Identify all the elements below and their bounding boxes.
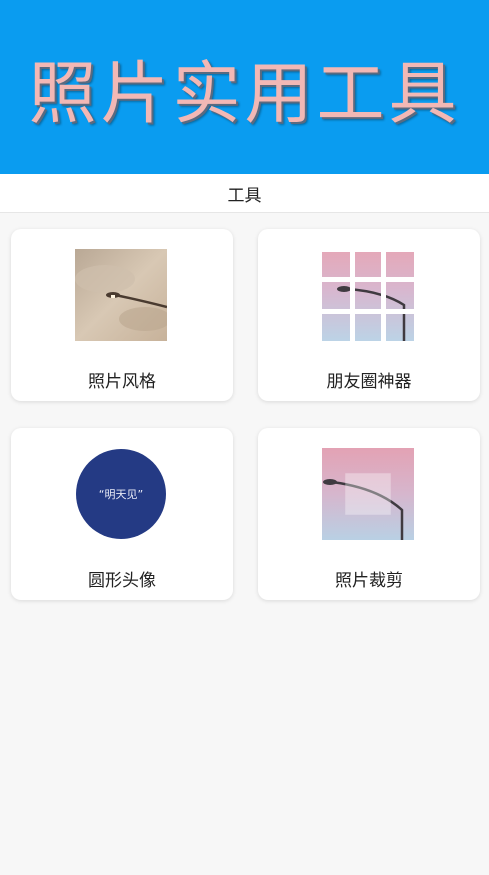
tool-card-photo-style[interactable]: 照片风格 — [11, 229, 233, 401]
app-header: 工具 — [0, 174, 489, 213]
avatar-text: “明天见” — [99, 488, 143, 501]
tool-card-circle-avatar[interactable]: “明天见” 圆形头像 — [11, 428, 233, 600]
tool-card-photo-crop[interactable]: 照片裁剪 — [258, 428, 480, 600]
grid-split-photo-icon — [322, 249, 414, 341]
page-title: 工具 — [227, 185, 262, 206]
crop-photo-icon — [322, 448, 414, 540]
tool-label: 照片裁剪 — [335, 571, 403, 591]
tool-label: 照片风格 — [88, 372, 156, 392]
promo-banner: 照片实用工具 — [0, 0, 489, 174]
sepia-streetlamp-photo-icon — [75, 249, 167, 341]
tool-label: 朋友圈神器 — [326, 372, 412, 392]
banner-title: 照片实用工具 — [28, 54, 461, 134]
circle-avatar-icon: “明天见” — [76, 449, 166, 539]
tool-label: 圆形头像 — [88, 571, 156, 591]
tool-card-moments-grid[interactable]: 朋友圈神器 — [258, 229, 480, 401]
